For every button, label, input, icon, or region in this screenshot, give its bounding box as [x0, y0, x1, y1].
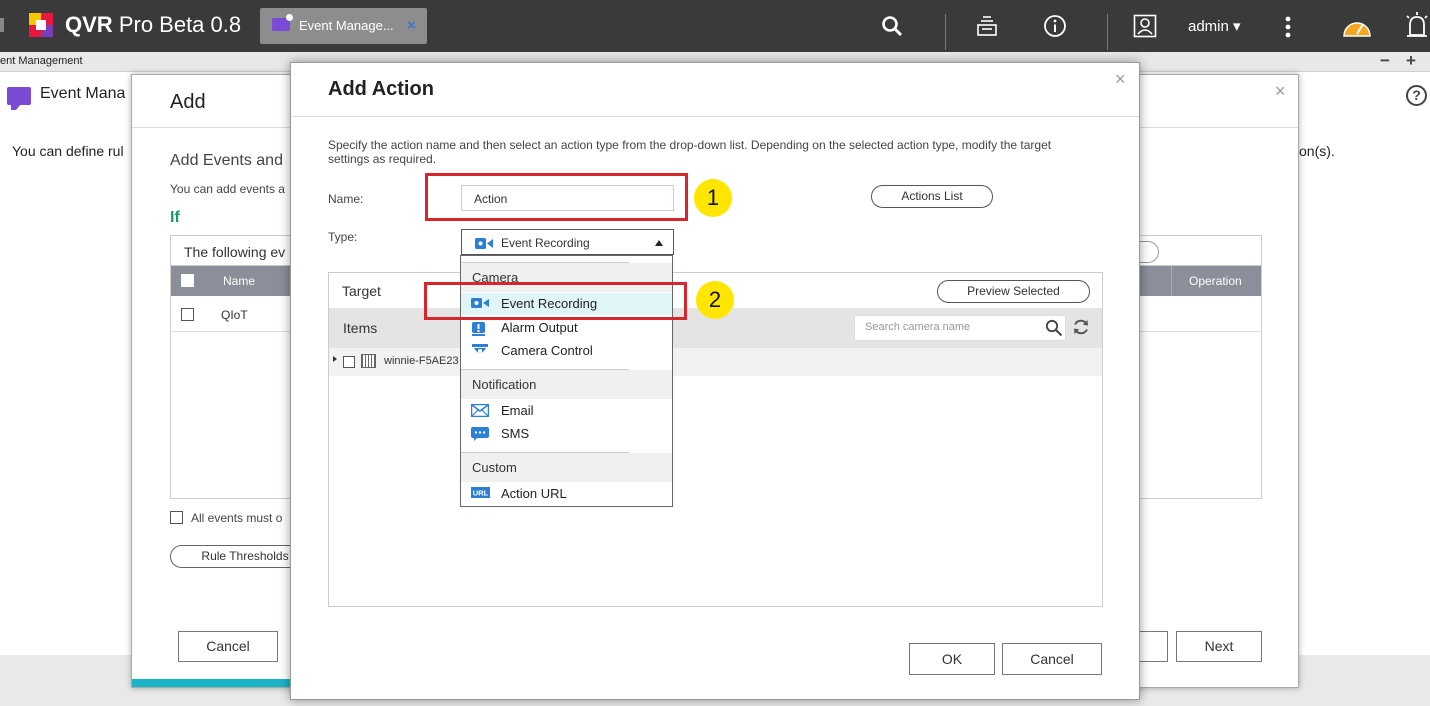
cancel-button[interactable]: Cancel	[178, 631, 278, 662]
annotation-highlight-name	[425, 173, 688, 221]
url-icon: URL	[471, 487, 490, 498]
dropdown-item-email[interactable]: Email	[461, 400, 672, 422]
sidebar-toggle-edge[interactable]	[0, 18, 4, 32]
dropdown-item-camera-control[interactable]: Camera Control	[461, 340, 672, 362]
chevron-up-icon	[655, 240, 663, 246]
dropdown-item-alarm-output[interactable]: Alarm Output	[461, 317, 672, 339]
add-action-dialog: Add Action × Specify the action name and…	[290, 62, 1140, 700]
next-button[interactable]: Next	[1176, 631, 1262, 662]
column-operation: Operation	[1189, 274, 1242, 288]
if-label: If	[170, 209, 180, 226]
column-name: Name	[223, 274, 256, 288]
nvr-server-icon	[361, 354, 376, 368]
expand-icon[interactable]	[333, 356, 337, 362]
action-type-select[interactable]: Event Recording	[461, 229, 674, 255]
search-input[interactable]	[865, 321, 1025, 333]
events-list-title: The following ev	[184, 244, 286, 260]
event-management-icon	[272, 14, 293, 31]
items-label: Items	[343, 320, 378, 336]
video-camera-icon	[475, 238, 493, 249]
dialog-title: Add	[170, 91, 206, 113]
dropdown-group-custom: Custom	[461, 453, 672, 482]
column-divider	[1171, 266, 1172, 296]
search-icon[interactable]	[1045, 319, 1063, 337]
tab-label: Event Manage...	[299, 18, 394, 33]
divider	[1107, 14, 1108, 50]
svg-text:URL: URL	[473, 489, 489, 498]
all-events-option[interactable]: All events must o	[170, 511, 282, 525]
info-icon[interactable]	[1043, 14, 1067, 38]
user-profile-icon[interactable]	[1133, 14, 1157, 38]
window-title: ent Management	[0, 55, 83, 67]
section-title: Add Events and	[170, 152, 283, 169]
dropdown-item-action-url[interactable]: URL Action URL	[461, 483, 672, 505]
annotation-badge-2: 2	[696, 281, 734, 319]
target-panel: Target Preview Selected Items winni	[328, 272, 1103, 607]
minimize-button[interactable]: −	[1380, 51, 1390, 71]
progress-bar	[132, 679, 292, 687]
event-management-icon	[7, 87, 31, 110]
more-options-icon[interactable]	[1285, 16, 1291, 38]
dialog-header: Add Action ×	[291, 63, 1139, 117]
alarm-output-icon	[472, 322, 485, 336]
section-description: You can add events a	[170, 182, 285, 196]
email-icon	[471, 404, 489, 417]
system-status-gauge-icon[interactable]	[1341, 12, 1373, 40]
item-label: Email	[501, 403, 534, 418]
dropdown-item-sms[interactable]: SMS	[461, 423, 672, 445]
app-title: QVR Pro Beta 0.8	[65, 12, 242, 37]
refresh-icon[interactable]	[1072, 318, 1090, 336]
all-events-checkbox[interactable]	[170, 511, 183, 524]
group-label: Custom	[472, 460, 517, 475]
dialog-title: Add Action	[328, 78, 434, 100]
action-type-value: Event Recording	[501, 236, 590, 250]
item-label: Action URL	[501, 486, 567, 501]
page-description-tail: on(s).	[1299, 143, 1335, 159]
dialog-description: Specify the action name and then select …	[328, 138, 1052, 166]
tree-item-label: winnie-F5AE23	[384, 355, 459, 367]
search-icon[interactable]	[881, 15, 903, 37]
item-label: Camera Control	[501, 343, 593, 358]
alarm-icon[interactable]	[1404, 11, 1430, 39]
tasks-stack-icon[interactable]	[976, 13, 998, 37]
camera-tree-item[interactable]: winnie-F5AE23	[329, 348, 1102, 376]
close-icon[interactable]: ×	[1115, 69, 1126, 90]
target-label: Target	[342, 283, 381, 299]
tree-item-checkbox[interactable]	[343, 356, 355, 368]
ok-button[interactable]: OK	[909, 643, 995, 675]
divider	[945, 14, 946, 50]
tab-close-icon[interactable]: ×	[407, 17, 416, 34]
item-label: Alarm Output	[501, 320, 578, 335]
help-icon[interactable]: ?	[1406, 85, 1427, 106]
annotation-badge-1: 1	[694, 179, 732, 217]
page-title: Event Mana	[40, 85, 126, 102]
all-events-label: All events must o	[191, 511, 283, 525]
close-icon[interactable]: ×	[1275, 81, 1286, 102]
item-label: SMS	[501, 426, 530, 441]
preview-selected-button[interactable]: Preview Selected	[937, 280, 1090, 303]
camera-search[interactable]	[854, 315, 1066, 341]
page-description: You can define rul	[12, 143, 124, 159]
annotation-highlight-event-recording	[424, 282, 687, 320]
actions-list-button[interactable]: Actions List	[871, 185, 993, 208]
dropdown-group-notification: Notification	[461, 370, 672, 399]
top-bar: QVR Pro Beta 0.8 Event Manage... × admin…	[0, 0, 1430, 52]
tab-event-management[interactable]: Event Manage... ×	[260, 8, 427, 44]
sms-icon	[471, 427, 489, 441]
name-label: Name:	[328, 192, 364, 206]
type-label: Type:	[328, 230, 358, 244]
row-checkbox[interactable]	[181, 308, 194, 321]
qvr-logo-icon	[29, 13, 53, 37]
maximize-button[interactable]: +	[1406, 51, 1416, 71]
ptz-camera-icon	[472, 344, 488, 353]
row-name: QIoT	[221, 308, 248, 322]
group-label: Notification	[472, 377, 537, 392]
select-all-checkbox[interactable]	[181, 274, 194, 287]
cancel-button[interactable]: Cancel	[1002, 643, 1102, 675]
user-menu[interactable]: admin ▾	[1188, 17, 1241, 35]
